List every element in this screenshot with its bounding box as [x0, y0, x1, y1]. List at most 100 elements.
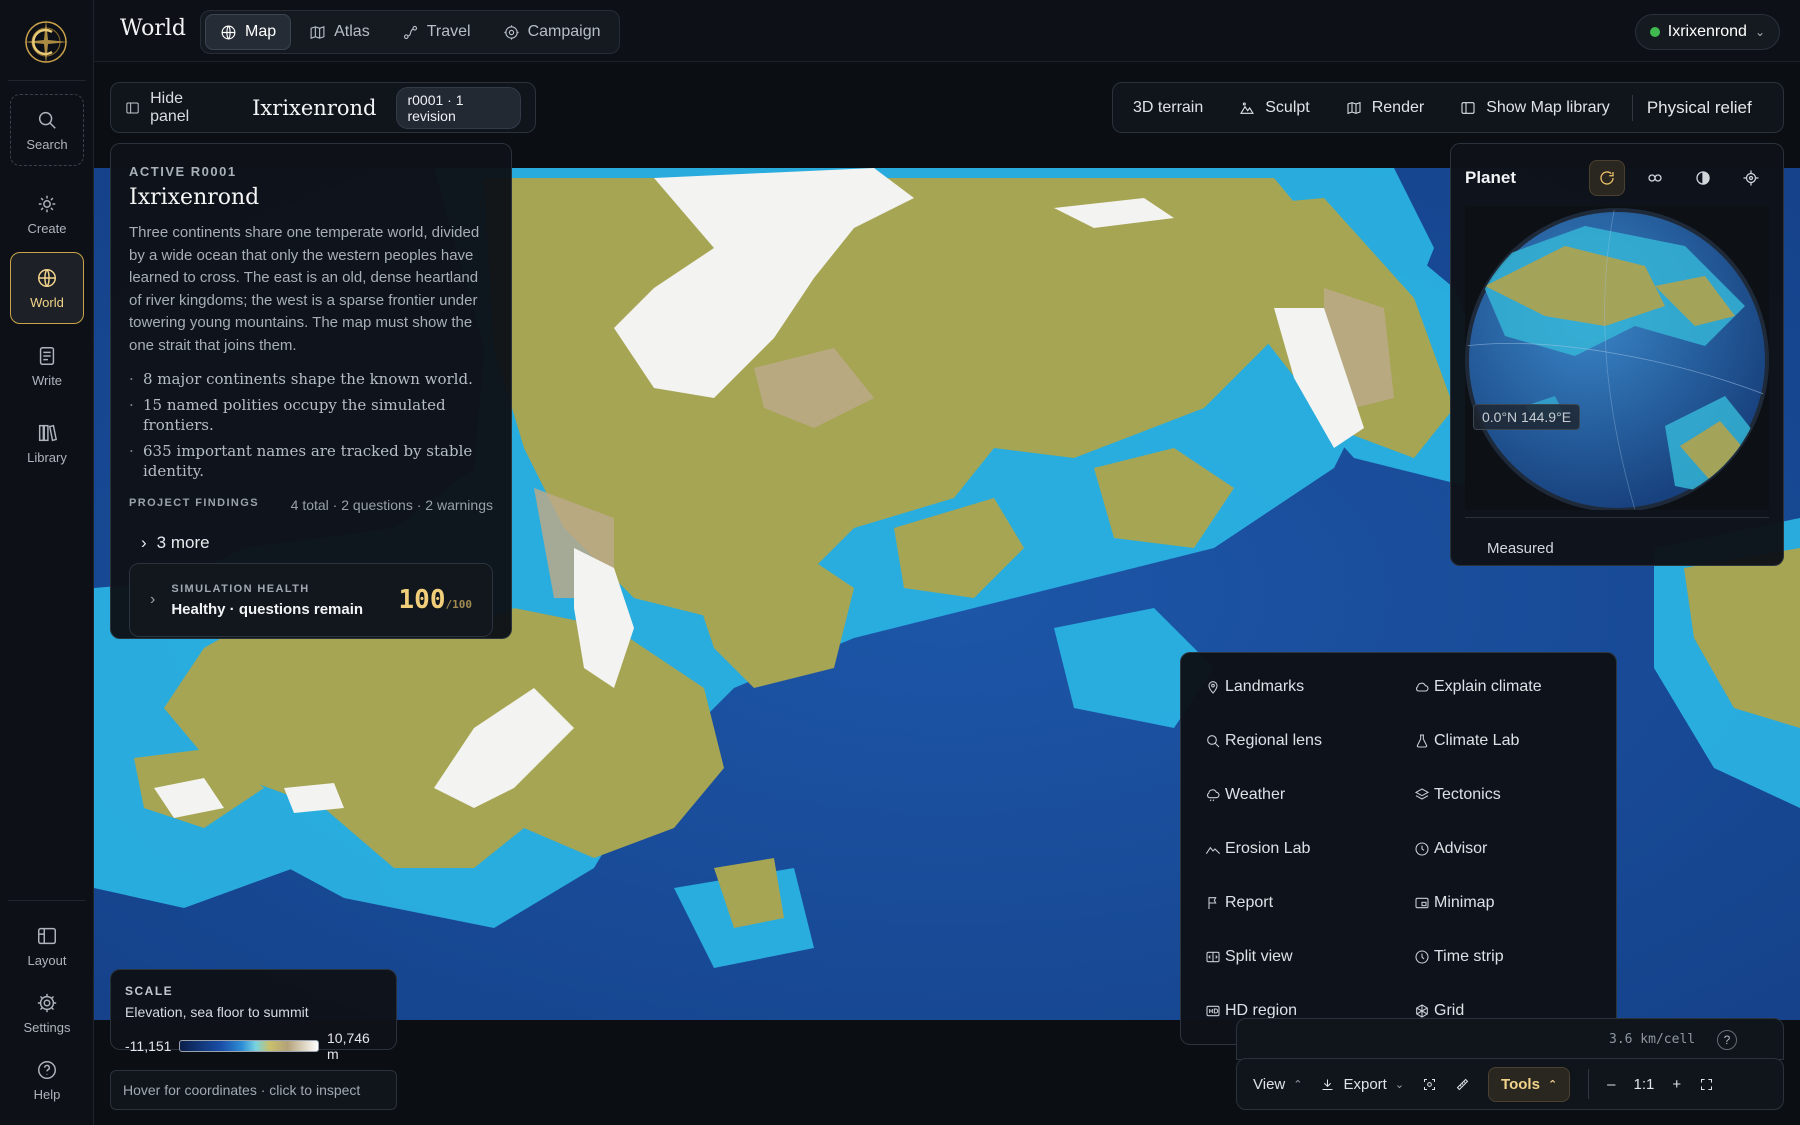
zoom-level[interactable]: 1:1	[1634, 1076, 1655, 1093]
tool-regional-lens[interactable]: Regional lens	[1205, 727, 1414, 755]
tool-erosion-lab[interactable]: Erosion Lab	[1205, 835, 1414, 863]
rail-write-button[interactable]: Write	[10, 330, 84, 402]
tool-tectonics[interactable]: Tectonics	[1414, 781, 1592, 809]
download-icon	[1322, 1079, 1333, 1090]
rail-help-label: Help	[33, 1086, 61, 1102]
3d-terrain-button[interactable]: 3D terrain	[1133, 99, 1203, 117]
chevron-up-icon: ⌃	[1547, 1078, 1558, 1091]
measure-button[interactable]	[1455, 1077, 1470, 1092]
scale-legend: -11,151 10,746 m	[125, 1030, 382, 1062]
tool-time-strip[interactable]: Time strip	[1414, 943, 1592, 971]
globe-viewport[interactable]	[1465, 206, 1769, 510]
rail-write-label: Write	[31, 372, 63, 388]
refresh-icon	[1600, 171, 1614, 185]
screenshot-button[interactable]	[1422, 1077, 1437, 1092]
chevron-right-icon: ›	[150, 591, 156, 608]
findings-label: PROJECT FINDINGS	[129, 497, 259, 509]
fullscreen-button[interactable]	[1699, 1077, 1714, 1092]
rail-world-label: World	[30, 294, 64, 310]
chevron-down-icon: ⌄	[1394, 1078, 1405, 1091]
contrast-button[interactable]	[1685, 160, 1721, 196]
layout-icon	[38, 927, 56, 944]
rail-create-label: Create	[27, 220, 67, 236]
cloud-rain-icon	[1207, 789, 1220, 802]
globe[interactable]	[1465, 206, 1769, 510]
tools-menu-button[interactable]: Tools ⌃	[1488, 1066, 1571, 1102]
app-logo[interactable]	[22, 18, 70, 66]
fullscreen-icon	[1701, 1078, 1713, 1090]
sculpt-button[interactable]: Sculpt	[1239, 99, 1310, 117]
search-icon	[38, 111, 56, 129]
tool-split-view[interactable]: Split view	[1205, 943, 1414, 971]
tool-landmarks[interactable]: Landmarks	[1205, 673, 1414, 701]
panel-header: Hide panel Ixrixenrond r0001 · 1 revisio…	[110, 82, 536, 133]
view-menu-button[interactable]: View ⌃	[1253, 1076, 1302, 1093]
globe-icon	[38, 268, 56, 287]
mountain-icon	[1205, 846, 1221, 855]
rail-divider	[8, 900, 86, 901]
cell-size: 3.6 km/cell	[1609, 1032, 1696, 1047]
rail-layout-button[interactable]: Layout	[10, 910, 84, 982]
orbit-button[interactable]	[1637, 160, 1673, 196]
view-label: View	[1253, 1075, 1286, 1093]
rail-library-button[interactable]: Library	[10, 407, 84, 479]
tool-erosion-lab-label: Erosion Lab	[1225, 840, 1311, 857]
sidebar-icon	[1461, 101, 1475, 114]
rail-create-button[interactable]: Create	[10, 178, 84, 250]
relief-mode-select[interactable]: Physical relief	[1647, 98, 1752, 118]
account-switcher[interactable]: Ixrixenrond ⌄	[1634, 14, 1780, 50]
revision-badge[interactable]: r0001 · 1 revision	[396, 86, 521, 129]
split-icon	[1206, 951, 1220, 963]
rail-settings-button[interactable]: Settings	[10, 977, 84, 1049]
tool-explain-climate[interactable]: Explain climate	[1414, 673, 1592, 701]
contrast-icon	[1696, 171, 1710, 185]
zoom-out-button[interactable]: –	[1607, 1076, 1615, 1093]
rail-help-button[interactable]: Help	[10, 1044, 84, 1116]
show-more-findings[interactable]: › 3 more	[129, 533, 493, 553]
sidebar-icon	[126, 101, 139, 114]
export-menu-button[interactable]: Export ⌄	[1320, 1076, 1404, 1093]
tab-travel[interactable]: Travel	[388, 14, 485, 50]
simulation-health[interactable]: › SIMULATION HEALTH Healthy · questions …	[129, 563, 493, 637]
map-icon	[1347, 101, 1361, 114]
scale-max: 10,746 m	[327, 1030, 370, 1062]
zoom-in-button[interactable]: +	[1672, 1076, 1681, 1093]
locate-button[interactable]	[1733, 160, 1769, 196]
pin-icon	[1208, 681, 1218, 694]
tab-atlas[interactable]: Atlas	[295, 14, 384, 50]
export-label: Export	[1343, 1075, 1387, 1093]
help-icon[interactable]: ?	[1717, 1030, 1737, 1050]
route-icon	[403, 25, 417, 39]
project-findings: PROJECT FINDINGS 4 total · 2 questions ·…	[129, 497, 493, 513]
globe-icon	[221, 25, 236, 39]
render-button[interactable]: Render	[1346, 99, 1424, 117]
show-map-library-label: Show Map library	[1486, 98, 1610, 116]
world-facts: 8 major continents shape the known world…	[129, 369, 493, 481]
rotate-button[interactable]	[1589, 160, 1625, 196]
status-dot	[1649, 27, 1660, 37]
chevron-right-icon: ›	[141, 533, 147, 552]
target-icon	[503, 24, 519, 40]
bottom-divider	[1588, 1069, 1590, 1099]
help-icon	[38, 1060, 56, 1079]
hide-panel-button[interactable]: Hide panel	[125, 90, 222, 126]
tab-map[interactable]: Map	[205, 14, 292, 50]
more-label: 3 more	[156, 533, 210, 552]
score-max: /100	[445, 598, 473, 611]
3d-terrain-label: 3D terrain	[1133, 98, 1204, 116]
tab-campaign[interactable]: Campaign	[489, 14, 615, 50]
tool-climate-lab[interactable]: Climate Lab	[1414, 727, 1592, 755]
rail-search-button[interactable]: Search	[10, 94, 84, 166]
flask-icon	[1416, 734, 1428, 748]
show-map-library-button[interactable]: Show Map library	[1460, 99, 1610, 117]
tool-weather[interactable]: Weather	[1205, 781, 1414, 809]
tool-advisor[interactable]: Advisor	[1414, 835, 1592, 863]
ruler-icon	[1456, 1078, 1469, 1090]
rail-world-button[interactable]: World	[10, 252, 84, 324]
planet-title: Planet	[1465, 168, 1517, 187]
elevation-gradient-bar	[179, 1040, 319, 1052]
sim-health-label: SIMULATION HEALTH	[171, 582, 310, 595]
tool-minimap[interactable]: Minimap	[1414, 889, 1592, 917]
tool-report[interactable]: Report	[1205, 889, 1414, 917]
scale-label: SCALE	[125, 984, 174, 998]
